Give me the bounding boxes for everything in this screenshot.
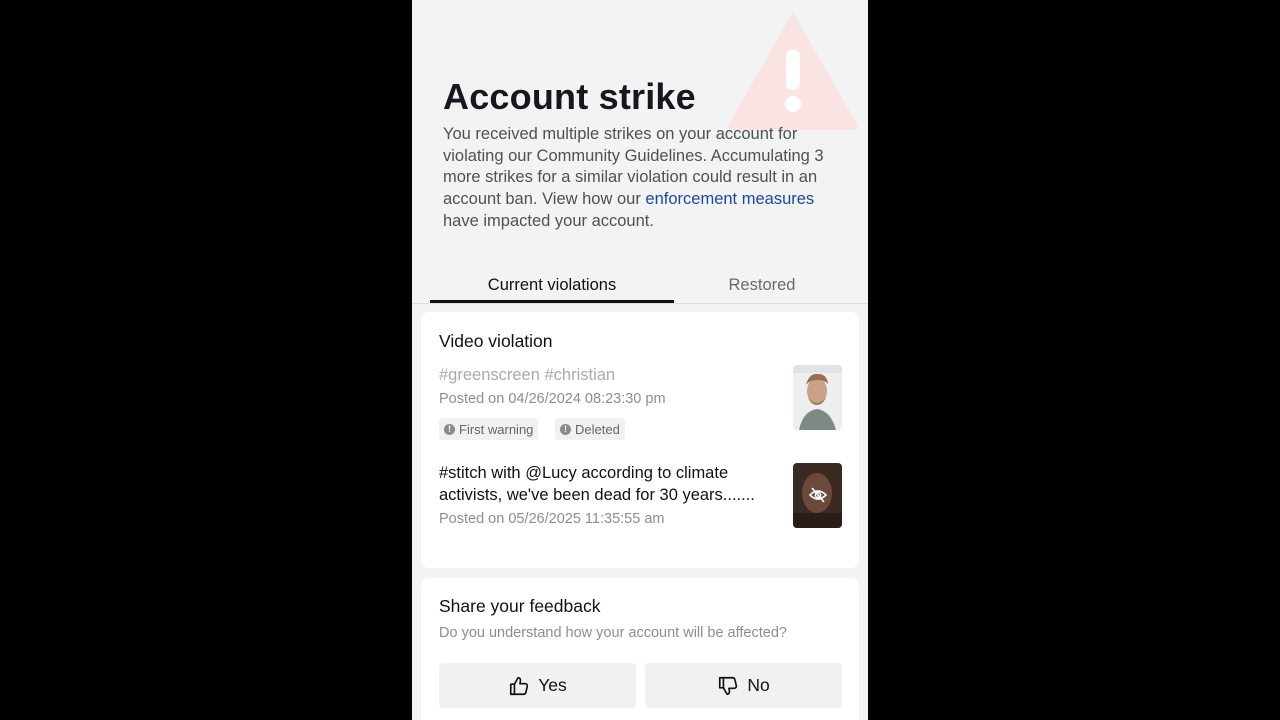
phone-screen: Account strike You received multiple str… — [412, 0, 868, 720]
video-violation-card: Video violation #greenscreen #christian … — [421, 312, 859, 568]
feedback-question: Do you understand how your account will … — [439, 625, 787, 641]
card-title: Video violation — [439, 331, 553, 351]
feedback-card: Share your feedback Do you understand ho… — [421, 578, 859, 720]
yes-label: Yes — [538, 675, 567, 695]
violation-caption: #stitch with @Lucy according to climate … — [439, 464, 755, 504]
description-tail: have impacted your account. — [443, 211, 654, 230]
no-label: No — [747, 675, 770, 695]
badge-label: Deleted — [575, 421, 620, 437]
video-thumbnail[interactable] — [793, 365, 842, 430]
thumbs-up-icon — [510, 676, 529, 695]
feedback-title: Share your feedback — [439, 596, 601, 616]
enforcement-measures-link[interactable]: enforcement measures — [645, 190, 814, 208]
status-badge: ! Deleted — [555, 418, 625, 440]
active-tab-indicator — [430, 300, 674, 303]
violation-caption: #greenscreen #christian — [439, 366, 616, 384]
exclamation-circle-icon: ! — [560, 423, 571, 435]
video-thumbnail-hidden[interactable] — [793, 463, 842, 528]
violation-posted-date: Posted on 05/26/2025 11:35:55 am — [439, 511, 665, 527]
strike-description: You received multiple strikes on your ac… — [443, 124, 843, 233]
yes-button[interactable]: Yes — [439, 663, 636, 708]
tab-current-violations[interactable]: Current violations — [430, 276, 674, 295]
tab-bar: Current violations Restored — [412, 270, 868, 304]
page-title: Account strike — [443, 76, 696, 117]
badge-label: First warning — [459, 421, 534, 437]
exclamation-circle-icon: ! — [444, 423, 455, 435]
warning-triangle-icon — [728, 12, 858, 130]
eye-slash-icon — [809, 487, 827, 503]
status-badge: ! First warning — [439, 418, 539, 440]
no-button[interactable]: No — [645, 663, 842, 708]
violation-posted-date: Posted on 04/26/2024 08:23:30 pm — [439, 391, 666, 407]
tab-restored[interactable]: Restored — [674, 276, 850, 295]
thumbs-down-icon — [719, 676, 738, 695]
